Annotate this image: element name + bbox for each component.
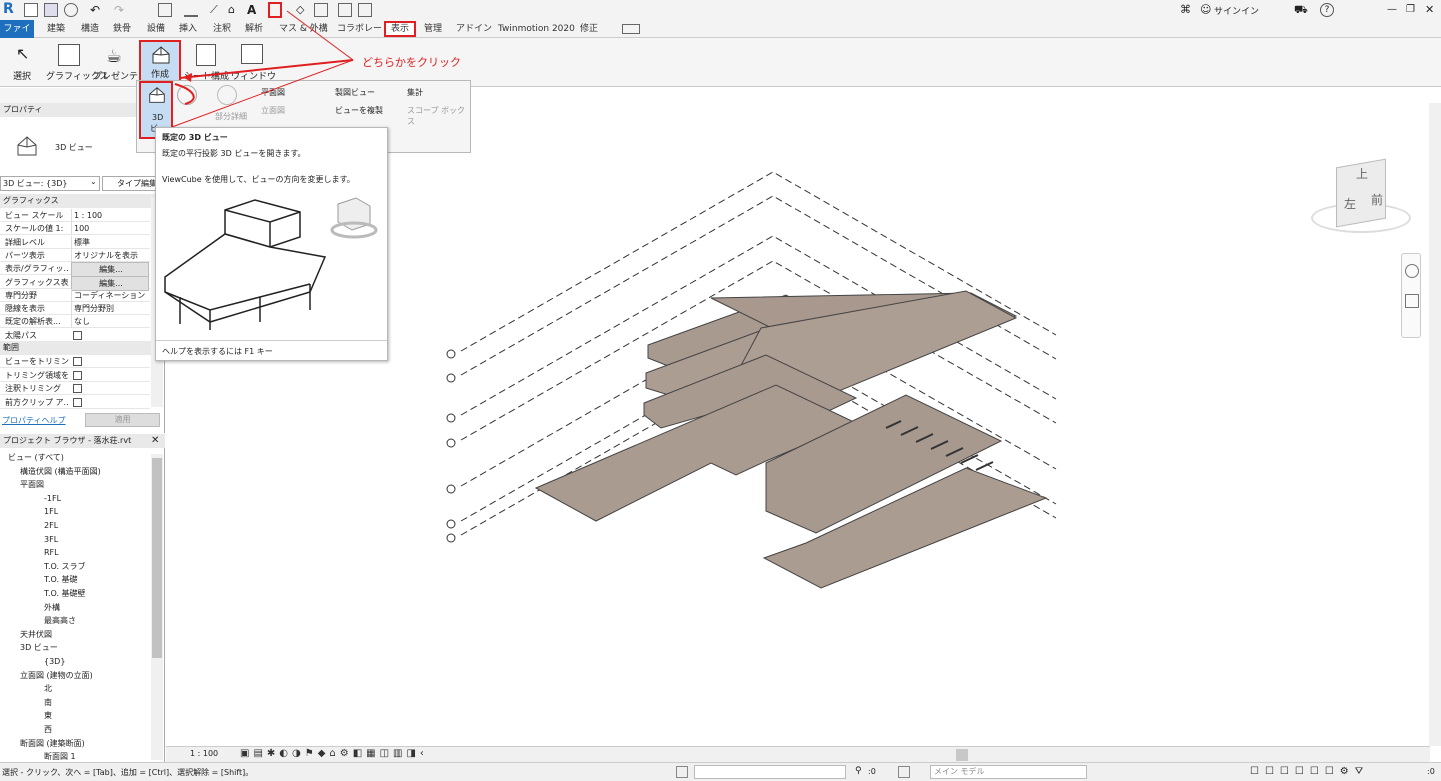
tooltip-title: 既定の 3D ビュー <box>162 133 228 142</box>
tooltip: 既定の 3D ビュー 既定の平行投影 3D ビューを開きます。 ViewCube… <box>155 127 388 361</box>
tooltip-divider <box>156 340 387 341</box>
annotation-text: どちらかをクリック <box>362 56 461 69</box>
annotation-overlay <box>171 10 354 128</box>
tooltip-line1: 既定の平行投影 3D ビューを開きます。 <box>162 149 306 158</box>
tooltip-line2: ViewCube を使用して、ビューの方向を変更します。 <box>162 175 355 184</box>
viewcube-illustration <box>330 197 378 239</box>
tooltip-illustration <box>164 197 378 330</box>
tooltip-help: ヘルプを表示するには F1 キー <box>162 347 273 356</box>
